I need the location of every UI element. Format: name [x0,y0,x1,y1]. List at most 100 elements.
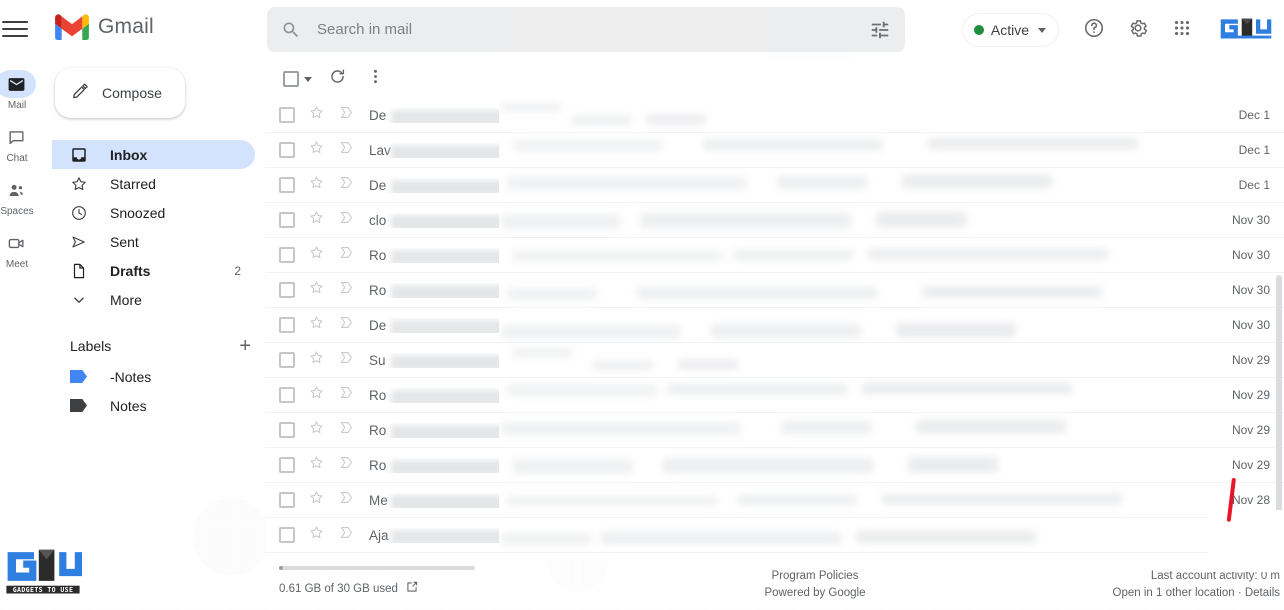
row-subject-preview [499,518,1206,553]
table-row[interactable]: Ro Nov 30 [265,238,1284,273]
rail-item-meet[interactable]: Meet [4,229,34,270]
redaction-blur [391,389,499,403]
sidebar-item-more[interactable]: More [52,285,255,314]
important-marker-icon[interactable] [338,524,356,546]
important-marker-icon[interactable] [338,314,356,336]
storage-bar [279,566,475,570]
redaction-blur [601,531,841,544]
row-checkbox[interactable] [279,177,295,193]
star-outline-icon[interactable] [308,349,326,371]
select-all-checkbox[interactable] [279,67,316,91]
chevron-down-icon[interactable] [304,76,312,82]
star-outline-icon[interactable] [308,524,326,546]
row-checkbox[interactable] [279,422,295,438]
table-row[interactable]: Ro Nov 29 [265,448,1284,483]
important-marker-icon[interactable] [338,174,356,196]
sidebar-item-inbox[interactable]: Inbox [52,140,255,169]
row-checkbox[interactable] [279,527,295,543]
apps-button[interactable] [1162,10,1202,50]
settings-button[interactable] [1118,10,1158,50]
row-sender-text: Su [369,352,386,368]
important-marker-icon[interactable] [338,209,356,231]
rail-item-spaces[interactable]: Spaces [0,176,34,217]
table-row[interactable]: Ro Nov 29 [265,413,1284,448]
row-checkbox[interactable] [279,247,295,263]
table-row[interactable]: clo Nov 30 [265,203,1284,238]
open-location-details-link[interactable]: Open in 1 other location · Details [1113,587,1280,599]
important-marker-icon[interactable] [338,104,356,126]
row-checkbox[interactable] [279,317,295,333]
help-button[interactable] [1074,10,1114,50]
star-outline-icon[interactable] [308,139,326,161]
row-checkbox[interactable] [279,212,295,228]
table-row[interactable]: De Dec 1 [265,98,1284,133]
row-sender-text: De [369,317,387,333]
star-outline-icon[interactable] [308,454,326,476]
star-outline-icon[interactable] [308,244,326,266]
sidebar-label-item-notes-dash[interactable]: -Notes [52,362,265,391]
row-checkbox[interactable] [279,492,295,508]
row-checkbox[interactable] [279,142,295,158]
table-row[interactable]: Lav Dec 1 [265,133,1284,168]
star-outline-icon[interactable] [308,419,326,441]
search-bar[interactable] [267,7,905,52]
important-marker-icon[interactable] [338,349,356,371]
star-outline-icon[interactable] [308,384,326,406]
redaction-blur [922,285,1102,298]
sidebar-item-drafts[interactable]: Drafts 2 [52,256,255,285]
important-marker-icon[interactable] [338,489,356,511]
table-row[interactable]: Aja [265,518,1284,553]
star-outline-icon[interactable] [308,209,326,231]
row-checkbox[interactable] [279,387,295,403]
sidebar-label-drafts: Drafts [110,262,151,279]
star-outline-icon[interactable] [308,104,326,126]
important-marker-icon[interactable] [338,139,356,161]
brand[interactable]: Gmail [55,14,154,40]
row-subject-preview [499,483,1206,518]
rail-item-mail[interactable]: Mail [0,70,36,111]
star-outline-icon[interactable] [308,314,326,336]
row-checkbox[interactable] [279,352,295,368]
external-link-icon[interactable] [405,580,419,597]
hamburger-menu-icon[interactable] [2,18,28,40]
search-input[interactable] [301,21,869,38]
important-marker-icon[interactable] [338,454,356,476]
important-marker-icon[interactable] [338,244,356,266]
star-outline-icon[interactable] [308,489,326,511]
redaction-blur [391,424,499,438]
row-date: Nov 29 [1231,458,1270,472]
table-row[interactable]: Ro Nov 29 [265,378,1284,413]
status-chip[interactable]: Active [962,14,1058,46]
table-row[interactable]: Me Nov 28 [265,483,1284,518]
star-icon [70,175,90,193]
star-outline-icon[interactable] [308,174,326,196]
row-checkbox[interactable] [279,457,295,473]
row-checkbox[interactable] [279,282,295,298]
table-row[interactable]: De Dec 1 [265,168,1284,203]
star-outline-icon[interactable] [308,279,326,301]
important-marker-icon[interactable] [338,419,356,441]
important-marker-icon[interactable] [338,279,356,301]
important-marker-icon[interactable] [338,384,356,406]
program-policies-link[interactable]: Program Policies [705,568,925,585]
search-options-icon[interactable] [869,19,891,41]
plus-icon[interactable]: + [239,336,251,356]
send-paperplane-icon [70,233,90,251]
row-checkbox[interactable] [279,107,295,123]
sidebar-label-inbox: Inbox [110,146,148,163]
table-row[interactable]: Ro Nov 30 [265,273,1284,308]
avatar[interactable] [1214,12,1278,48]
sidebar-item-starred[interactable]: Starred [52,169,255,198]
sidebar-item-snoozed[interactable]: Snoozed [52,198,255,227]
compose-button[interactable]: Compose [55,68,185,118]
table-row[interactable]: De Nov 30 [265,308,1284,343]
apps-grid-icon [1171,17,1193,44]
rail-item-chat[interactable]: Chat [4,123,34,164]
sidebar-item-sent[interactable]: Sent [52,227,255,256]
sidebar-label-item-notes[interactable]: Notes [52,391,265,420]
redaction-blur [513,139,663,151]
refresh-button[interactable] [320,62,354,96]
row-sender: Ro [369,248,499,263]
more-options-button[interactable] [358,62,392,96]
table-row[interactable]: Su Nov 29 [265,343,1284,378]
